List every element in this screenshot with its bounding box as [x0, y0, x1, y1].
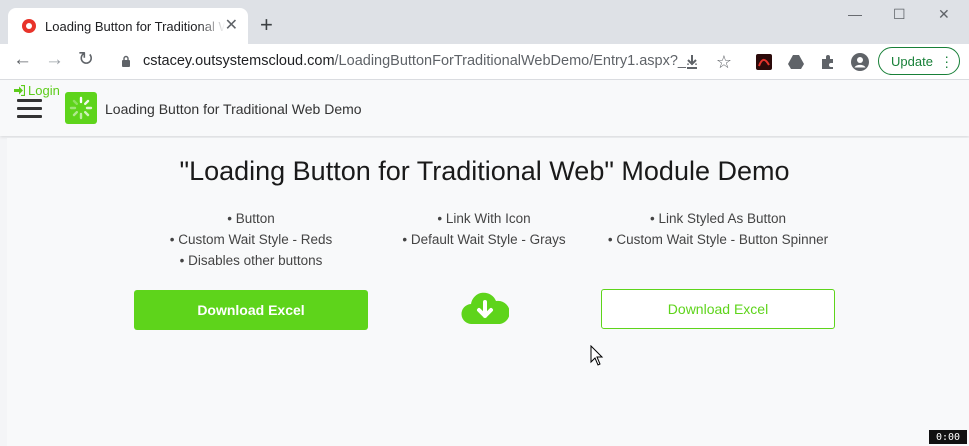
reload-icon[interactable]: ↻ [78, 50, 94, 69]
web-page: Login Loading Button for Traditional Web… [0, 80, 969, 446]
maximize-icon[interactable]: ☐ [893, 6, 906, 23]
feature-item: • Disables other buttons [179, 253, 323, 268]
hamburger-menu-icon[interactable] [17, 99, 42, 118]
cloud-download-icon[interactable] [461, 290, 509, 326]
sign-in-icon [14, 85, 25, 96]
spinner-logo-icon [69, 96, 93, 120]
app-title: Loading Button for Traditional Web Demo [105, 101, 362, 117]
record-favicon-icon [22, 19, 36, 33]
download-excel-link-button[interactable]: Download Excel [601, 289, 835, 329]
video-timer: 0:00 [929, 430, 967, 444]
profile-icon[interactable] [851, 53, 869, 71]
mouse-cursor-icon [590, 345, 604, 366]
tab-strip: Loading Button for Traditional Web Demo … [0, 0, 969, 44]
pdf-extension-icon[interactable] [755, 53, 773, 71]
minimize-icon[interactable]: — [848, 6, 862, 22]
menu-icon[interactable]: · · · [944, 49, 949, 73]
download-icon[interactable] [683, 53, 701, 71]
forward-icon[interactable]: → [45, 50, 64, 69]
extensions-icon[interactable] [819, 53, 837, 71]
close-tab-icon[interactable]: ✕ [225, 18, 238, 34]
lock-icon[interactable] [121, 55, 131, 67]
tab-title: Loading Button for Traditional Web Demo [45, 18, 225, 34]
url-path: /LoadingButtonForTraditionalWebDemo/Entr… [334, 53, 699, 69]
login-link[interactable]: Login [14, 83, 60, 98]
feature-item: • Custom Wait Style - Button Spinner [607, 232, 829, 247]
page-heading: "Loading Button for Traditional Web" Mod… [179, 156, 790, 186]
star-icon[interactable]: ☆ [715, 52, 733, 72]
new-tab-icon[interactable]: + [260, 14, 273, 36]
update-label: Update [891, 53, 933, 69]
app-header: Login Loading Button for Traditional Web… [0, 80, 969, 136]
browser-tab[interactable]: Loading Button for Traditional Web Demo … [8, 8, 248, 44]
download-excel-button[interactable]: Download Excel [134, 290, 368, 330]
browser-toolbar: ← → ↻ cstacey.outsystemscloud.com/Loadin… [0, 44, 969, 80]
address-bar[interactable]: cstacey.outsystemscloud.com/LoadingButto… [143, 53, 698, 69]
url-host: cstacey.outsystemscloud.com [143, 53, 335, 69]
app-logo [65, 92, 97, 124]
update-button[interactable]: Update · · · [878, 47, 960, 75]
feature-list-styled-link: • Link Styled As Button • Custom Wait St… [568, 208, 868, 250]
feature-item: • Link Styled As Button [649, 211, 787, 226]
drive-extension-icon[interactable] [787, 53, 805, 71]
back-icon[interactable]: ← [13, 50, 32, 69]
login-label: Login [28, 83, 60, 98]
window-close-icon[interactable]: ✕ [938, 6, 950, 23]
main-content: "Loading Button for Traditional Web" Mod… [7, 138, 969, 446]
